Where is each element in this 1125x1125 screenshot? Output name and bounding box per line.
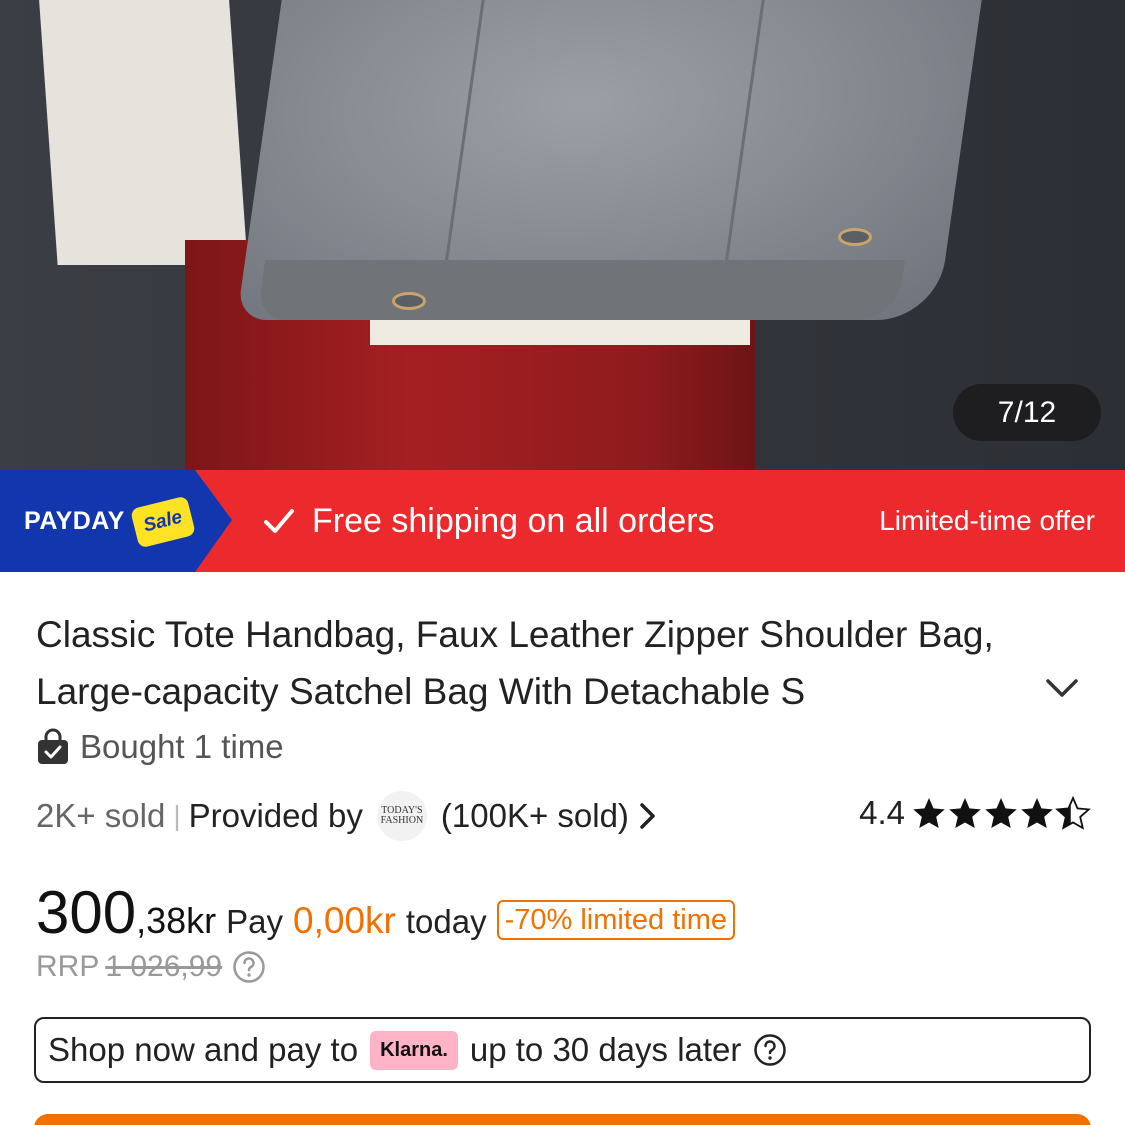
check-icon [264,509,294,533]
price-decimal: ,38kr [136,900,217,941]
store-logo[interactable]: TODAY'S FASHION [376,791,427,841]
rrp-value: 1 026,99 [105,950,223,983]
star-full-icon [949,798,981,828]
price-row: 300 ,38kr Pay 0,00kr today -70% limited … [36,878,736,947]
bought-count: Bought 1 time [36,728,284,766]
provided-by-label: Provided by [188,797,363,834]
rating[interactable]: 4.4 [859,794,1091,832]
limited-offer-text: Limited-time offer [879,505,1095,536]
klarna-pay-later-box[interactable]: Shop now and pay to Klarna. up to 30 day… [34,1017,1091,1083]
bag-stud [838,228,872,246]
klarna-suffix: up to 30 days later [469,1031,742,1068]
klarna-logo: Klarna. [370,1030,458,1070]
klarna-prefix: Shop now and pay to [48,1031,359,1068]
shopping-bag-check-icon [38,728,68,764]
star-partial-icon [1055,795,1091,830]
rrp-row: RRP 1 026,99 [36,950,266,984]
sold-count: 2K+ sold [36,797,166,834]
star-full-icon [913,798,945,828]
product-title: Classic Tote Handbag, Faux Leather Zippe… [36,614,994,712]
rating-value: 4.4 [859,794,905,831]
free-shipping-message: Free shipping on all orders [262,470,715,572]
help-icon[interactable] [753,1033,787,1067]
background-paper-bag [38,0,248,265]
bag-base [256,260,906,320]
star-full-icon [985,798,1017,828]
bag-seam [443,0,487,270]
product-title-container: Classic Tote Handbag, Faux Leather Zippe… [36,606,1036,720]
chevron-right-icon[interactable] [637,801,659,831]
separator: | [173,800,181,831]
chevron-down-icon[interactable] [1040,668,1084,708]
add-to-cart-button[interactable] [34,1114,1091,1125]
product-image[interactable]: 7/12 [0,0,1125,470]
image-counter: 7/12 [953,384,1101,441]
promo-banner[interactable]: PAYDAY Sale Free shipping on all orders … [0,470,1125,572]
pay-label: Pay [226,903,284,940]
shipping-text: Free shipping on all orders [312,501,715,540]
today-label: today [405,903,487,940]
pay-today-amount: 0,00kr [293,900,396,941]
help-icon[interactable] [232,950,266,984]
discount-badge: -70% limited time [496,900,736,940]
star-full-icon [1021,798,1053,828]
bag-seam [723,0,767,270]
rrp-label: RRP [36,950,100,983]
store-sold-count[interactable]: (100K+ sold) [441,797,629,835]
bought-text: Bought 1 time [80,728,284,765]
rating-stars [911,795,1091,831]
handbag [236,0,988,320]
bag-stud [392,292,426,310]
payday-label: PAYDAY [24,507,125,535]
price-main: 300 [36,879,137,946]
